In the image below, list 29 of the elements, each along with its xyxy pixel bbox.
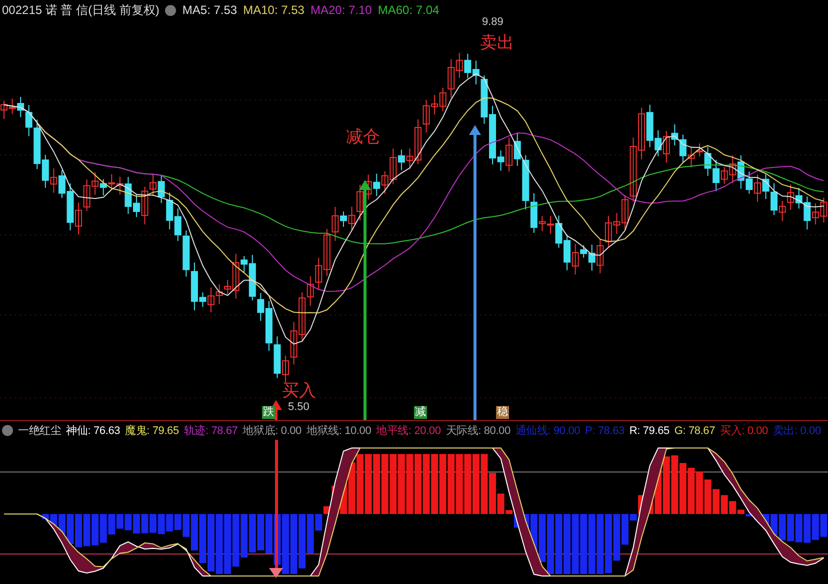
indicator-value: G: 78.67 <box>674 424 716 436</box>
low-price-label: 5.50 <box>288 401 310 413</box>
signal-label: 卖出 <box>480 34 514 51</box>
indicator-value: 地平线: 20.00 <box>376 424 441 438</box>
indicator-value: 买入: 0.00 <box>720 424 768 438</box>
stock-title: 002215 诺 普 信(日线 前复权) <box>2 2 160 18</box>
indicator-value: R: 79.65 <box>629 424 670 436</box>
signal-badge: 减 <box>414 406 427 419</box>
indicator-value: 神仙: 76.63 <box>66 424 120 438</box>
indicator-value: 天际线: 80.00 <box>446 424 510 438</box>
high-price-label: 9.89 <box>482 16 504 28</box>
indicator-value: 卖出: 0.00 <box>772 424 821 438</box>
signal-label: 减仓 <box>346 128 380 145</box>
indicator-value: 魔鬼: 79.65 <box>125 424 179 438</box>
indicator-value: 轨迹: 78.67 <box>184 424 238 438</box>
dropdown-icon[interactable] <box>165 4 176 16</box>
moving-average-value: MA20: 7.10 <box>310 3 372 17</box>
moving-average-value: MA60: 7.04 <box>378 3 440 17</box>
indicator-value: 地狱底: 0.00 <box>242 424 302 438</box>
indicator-value: P: 78.63 <box>585 424 624 436</box>
indicator-value: 地狱线: 10.00 <box>306 424 372 438</box>
moving-average-value: MA5: 7.53 <box>182 3 238 17</box>
dropdown-icon[interactable] <box>2 425 13 436</box>
signal-label: 买入 <box>282 382 316 399</box>
indicator-value: 通仙线: 90.00 <box>515 424 580 438</box>
moving-average-value: MA10: 7.53 <box>243 3 304 17</box>
signal-badge: 稳 <box>496 406 509 419</box>
signal-badge: 跌 <box>262 406 275 419</box>
indicator-title: 一绝红尘 <box>18 424 62 438</box>
